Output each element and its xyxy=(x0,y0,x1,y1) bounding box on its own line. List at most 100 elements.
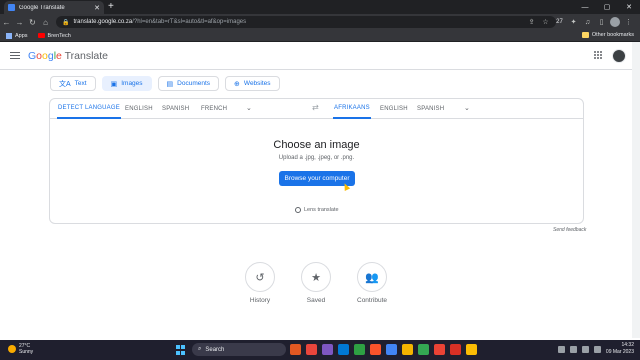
tab-documents[interactable]: ▤ Documents xyxy=(157,76,220,91)
clock[interactable]: 14:32 09 Mar 2023 xyxy=(606,342,634,356)
history-icon[interactable]: ↺ xyxy=(245,262,275,292)
swap-languages-icon[interactable]: ⇄ xyxy=(312,103,319,112)
profile-avatar[interactable] xyxy=(610,17,620,27)
source-lang-french[interactable]: FRENCH xyxy=(201,99,227,119)
sidepanel-icon[interactable]: ▯ xyxy=(596,16,607,28)
share-icon[interactable]: ⇪ xyxy=(526,16,537,28)
browser-tab[interactable]: Google Translate ✕ xyxy=(4,1,104,14)
tab-websites[interactable]: ⊕ Websites xyxy=(225,76,280,91)
home-icon[interactable]: ⌂ xyxy=(39,15,52,29)
tab-images[interactable]: ▣ Images xyxy=(101,76,152,91)
shortcut-label: Saved xyxy=(306,297,326,304)
apps-grid-icon xyxy=(6,32,12,39)
windows-taskbar: 27°C Sunny ⌕ Search 14:32 09 Mar 2023 xyxy=(0,340,640,360)
choose-image-heading: Choose an image xyxy=(273,139,360,151)
app-icon[interactable] xyxy=(354,344,365,355)
app-icon[interactable] xyxy=(450,344,461,355)
history-shortcut[interactable]: ↺ History xyxy=(244,262,276,304)
edge-icon[interactable] xyxy=(338,344,349,355)
forward-icon[interactable]: → xyxy=(13,15,26,29)
tab-label: Images xyxy=(121,80,143,87)
lens-label: Lens translate xyxy=(304,207,339,213)
toolbar-actions: ⇪ ☆ 27 ✦ ♫ ▯ ⋮ xyxy=(526,16,634,28)
app-icon[interactable] xyxy=(434,344,445,355)
star-icon[interactable]: ★ xyxy=(301,262,331,292)
pinned-apps xyxy=(290,344,477,355)
chevron-down-icon[interactable]: ⌄ xyxy=(246,104,252,112)
volume-icon[interactable] xyxy=(581,345,589,353)
bookmark-brentech[interactable]: BrenTech xyxy=(37,33,71,39)
minimize-icon[interactable]: — xyxy=(574,0,596,14)
clock-time: 14:32 xyxy=(621,342,634,348)
other-bookmarks-label: Other bookmarks xyxy=(591,32,634,38)
image-translate-panel: DETECT LANGUAGE ENGLISH SPANISH FRENCH ⌄… xyxy=(49,98,584,224)
target-lang-afrikaans[interactable]: AFRIKAANS xyxy=(333,99,371,119)
source-lang-detect[interactable]: DETECT LANGUAGE xyxy=(57,99,121,119)
tab-strip: Google Translate ✕ + — ▢ ✕ xyxy=(0,0,640,14)
chevron-down-icon[interactable]: ⌄ xyxy=(464,104,470,112)
extensions-icon[interactable]: ✦ xyxy=(568,16,579,28)
tab-label: Text xyxy=(74,80,87,87)
app-icon[interactable] xyxy=(306,344,317,355)
browser-toolbar: ← → ↻ ⌂ 🔒 translate.google.co.za/?hl=en&… xyxy=(0,14,640,30)
translate-favicon-icon xyxy=(8,4,15,11)
folder-icon xyxy=(581,32,589,38)
battery-icon[interactable] xyxy=(593,345,601,353)
target-lang-spanish[interactable]: SPANISH xyxy=(417,99,444,119)
weather-widget[interactable]: 27°C Sunny xyxy=(8,343,33,355)
window-controls: — ▢ ✕ xyxy=(574,0,640,14)
source-lang-english[interactable]: ENGLISH xyxy=(125,99,153,119)
contribute-shortcut[interactable]: 👥 Contribute xyxy=(356,262,388,304)
app-icon[interactable] xyxy=(322,344,333,355)
brave-icon[interactable] xyxy=(370,344,381,355)
google-translate-logo[interactable]: Google Translate xyxy=(28,50,108,62)
bottom-shortcuts: ↺ History ★ Saved 👥 Contribute xyxy=(244,262,388,304)
other-bookmarks[interactable]: Other bookmarks xyxy=(581,32,634,38)
file-explorer-icon[interactable] xyxy=(466,344,477,355)
tab-label: Websites xyxy=(243,80,271,87)
maximize-icon[interactable]: ▢ xyxy=(596,0,618,14)
youtube-icon xyxy=(37,33,45,38)
target-lang-english[interactable]: ENGLISH xyxy=(380,99,408,119)
sun-icon xyxy=(8,345,16,353)
back-icon[interactable]: ← xyxy=(0,15,13,29)
lock-icon[interactable]: 🔒 xyxy=(62,19,69,26)
bookmark-star-icon[interactable]: ☆ xyxy=(540,16,551,28)
language-bar: DETECT LANGUAGE ENGLISH SPANISH FRENCH ⌄… xyxy=(50,99,583,119)
people-icon[interactable]: 👥 xyxy=(357,262,387,292)
image-icon: ▣ xyxy=(110,80,118,88)
source-lang-spanish[interactable]: SPANISH xyxy=(162,99,189,119)
bookmark-apps[interactable]: Apps xyxy=(6,32,28,39)
windows-start-icon[interactable] xyxy=(176,345,186,355)
more-icon[interactable]: ⋮ xyxy=(623,16,634,28)
saved-shortcut[interactable]: ★ Saved xyxy=(300,262,332,304)
send-feedback-link[interactable]: Send feedback xyxy=(553,227,586,233)
lens-translate-link[interactable]: Lens translate xyxy=(295,207,339,213)
chrome-icon[interactable] xyxy=(418,344,429,355)
network-icon[interactable] xyxy=(569,345,577,353)
clock-date: 09 Mar 2023 xyxy=(605,349,634,355)
close-tab-icon[interactable]: ✕ xyxy=(94,4,100,12)
address-bar[interactable]: 🔒 translate.google.co.za/?hl=en&tab=rT&s… xyxy=(56,16,556,28)
weather-condition: Sunny xyxy=(19,349,34,355)
app-icon[interactable] xyxy=(290,344,301,355)
app-icon[interactable] xyxy=(402,344,413,355)
chevron-up-icon[interactable] xyxy=(557,345,565,353)
reload-icon[interactable]: ↻ xyxy=(26,15,39,29)
chrome-icon[interactable] xyxy=(386,344,397,355)
new-tab-button[interactable]: + xyxy=(108,1,114,13)
close-window-icon[interactable]: ✕ xyxy=(618,0,640,14)
shortcut-label: Contribute xyxy=(357,297,387,304)
url-path: /?hl=en&tab=rT&sl=auto&tl=af&op=images xyxy=(132,19,247,25)
media-icon[interactable]: ♫ xyxy=(582,16,593,28)
taskbar-search[interactable]: ⌕ Search xyxy=(192,343,286,356)
lens-icon xyxy=(295,207,301,213)
tab-text[interactable]: 文A Text xyxy=(50,76,96,91)
page-header: Google Translate xyxy=(0,42,632,70)
translate-icon: 文A xyxy=(59,80,71,88)
hamburger-menu-icon[interactable] xyxy=(10,51,20,60)
extension-badge[interactable]: 27 xyxy=(554,16,565,28)
account-avatar[interactable] xyxy=(612,49,626,63)
page-scrollbar[interactable] xyxy=(632,42,640,338)
google-apps-icon[interactable] xyxy=(594,51,602,59)
